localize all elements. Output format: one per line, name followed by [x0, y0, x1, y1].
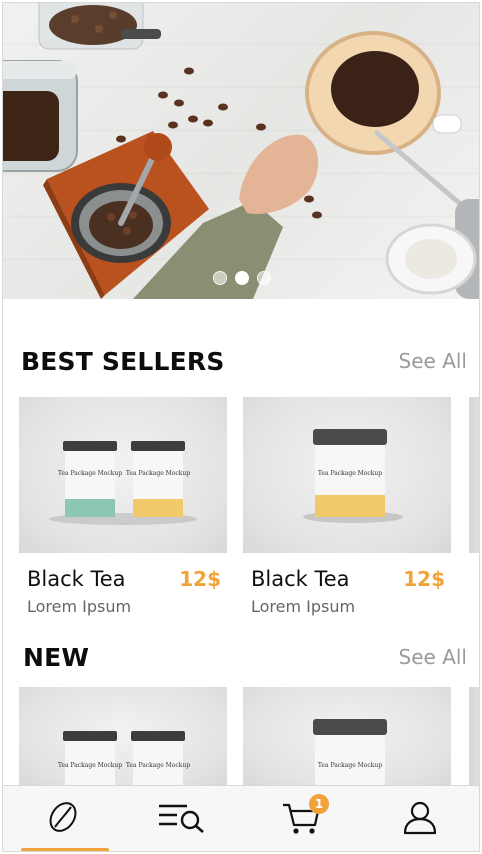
product-card[interactable]: Tea Package Mockup Black Tea 12$ Lorem I…	[243, 397, 451, 616]
svg-text:Tea Package Mockup: Tea Package Mockup	[58, 470, 122, 477]
product-image: Tea Package Mockup Tea Package Mockup	[19, 687, 227, 787]
section-title: BEST SELLERS	[21, 347, 225, 376]
svg-text:Tea Package Mockup: Tea Package Mockup	[318, 762, 382, 769]
svg-text:Tea Package Mockup: Tea Package Mockup	[58, 762, 122, 769]
carousel-dot-3[interactable]	[257, 271, 271, 285]
active-tab-indicator	[21, 848, 109, 851]
product-image: Tea Package Mockup Tea Package Mockup	[19, 397, 227, 553]
product-card-peek[interactable]	[469, 687, 479, 787]
svg-text:Tea Package Mockup: Tea Package Mockup	[126, 470, 190, 477]
app-screen: BEST SELLERS See All Tea Package Mockup	[2, 2, 480, 852]
bottom-tab-bar: 1	[3, 785, 479, 851]
search-list-icon	[157, 800, 207, 839]
carousel-dots	[3, 271, 479, 285]
product-image: Tea Package Mockup	[243, 687, 451, 787]
hero-image	[3, 3, 479, 299]
svg-text:Tea Package Mockup: Tea Package Mockup	[126, 762, 190, 769]
product-price: 12$	[179, 567, 221, 591]
tab-profile[interactable]	[360, 786, 479, 851]
see-all-link[interactable]: See All	[399, 645, 467, 669]
product-subtitle: Lorem Ipsum	[27, 597, 132, 616]
svg-text:Tea Package Mockup: Tea Package Mockup	[318, 470, 382, 477]
carousel-dot-2[interactable]	[235, 271, 249, 285]
carousel-dot-1[interactable]	[213, 271, 227, 285]
coffee-bean-icon	[46, 800, 80, 839]
product-subtitle: Lorem Ipsum	[251, 597, 356, 616]
user-icon	[402, 799, 438, 840]
product-price: 12$	[403, 567, 445, 591]
see-all-link[interactable]: See All	[399, 349, 467, 373]
new-list: Tea Package Mockup Tea Package Mockup Te…	[3, 687, 479, 787]
best-sellers-list: Tea Package Mockup Tea Package Mockup Bl…	[3, 397, 479, 627]
product-image: Tea Package Mockup	[243, 397, 451, 553]
product-name: Black Tea	[27, 567, 126, 591]
hero-carousel[interactable]	[3, 3, 479, 299]
section-title: NEW	[23, 643, 90, 672]
best-sellers-header: BEST SELLERS See All	[3, 347, 479, 383]
tab-home[interactable]	[3, 786, 122, 851]
new-header: NEW See All	[3, 643, 479, 679]
product-card[interactable]: Tea Package Mockup Tea Package Mockup	[19, 687, 227, 787]
tab-search[interactable]	[122, 786, 241, 851]
product-card[interactable]: Tea Package Mockup Tea Package Mockup Bl…	[19, 397, 227, 616]
product-card[interactable]: Tea Package Mockup	[243, 687, 451, 787]
tab-cart[interactable]: 1	[241, 786, 360, 851]
product-name: Black Tea	[251, 567, 350, 591]
product-card-peek[interactable]	[469, 397, 479, 553]
cart-badge: 1	[309, 794, 329, 814]
